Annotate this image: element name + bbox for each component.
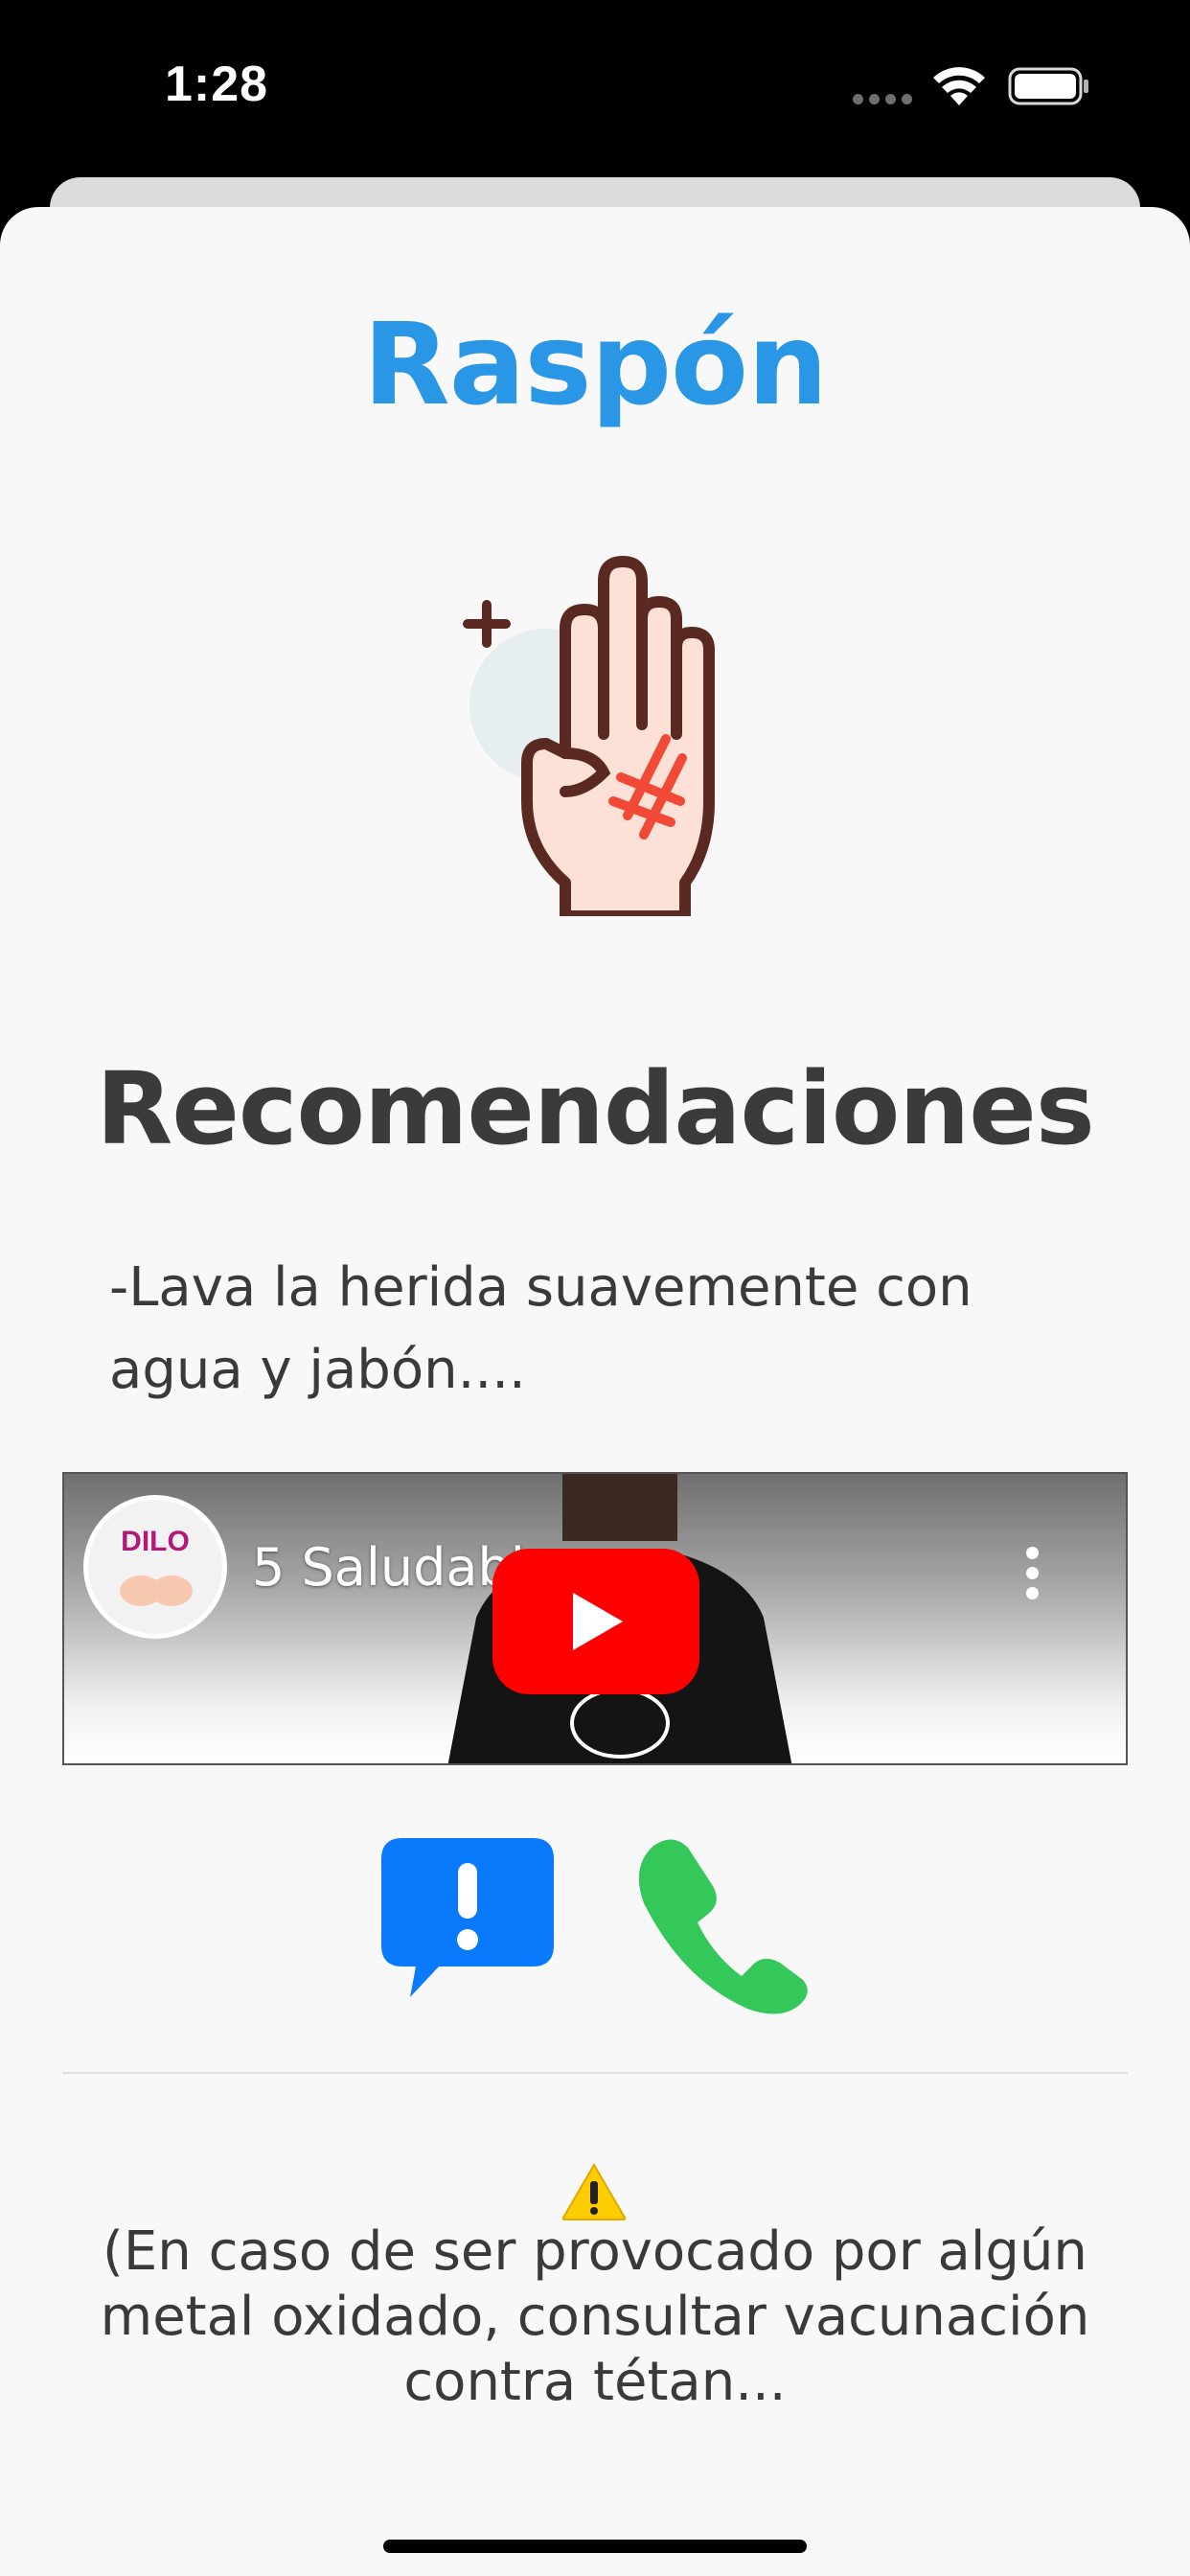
video-title: 5 Saludabl — [252, 1537, 525, 1598]
home-indicator[interactable] — [383, 2540, 807, 2553]
scraped-hand-icon — [463, 556, 715, 916]
cellular-signal-icon — [853, 94, 912, 105]
battery-icon — [1008, 67, 1088, 105]
modal-sheet: Raspón Recomendaciones -Lava la herida s… — [0, 207, 1190, 2576]
section-heading: Recomendaciones — [96, 1050, 1095, 1167]
video-player[interactable]: DILO 5 Saludabl — [62, 1472, 1128, 1765]
wifi-icon — [933, 67, 985, 105]
status-bar: 1:28 — [0, 0, 1190, 172]
phone-call-button[interactable] — [634, 1836, 809, 2014]
youtube-play-icon[interactable] — [492, 1549, 699, 1694]
page-title: Raspón — [362, 298, 828, 430]
channel-avatar[interactable]: DILO — [83, 1495, 227, 1639]
warning-icon — [561, 2163, 627, 2220]
report-alert-button[interactable] — [381, 1838, 554, 2007]
warning-text: (En caso de ser provocado por algún meta… — [100, 2220, 1090, 2413]
recommendation-text: -Lava la herida suavemente con agua y ja… — [109, 1256, 973, 1401]
svg-text:DILO: DILO — [121, 1526, 190, 1557]
divider — [62, 2072, 1128, 2074]
status-time: 1:28 — [165, 57, 269, 112]
more-options-icon[interactable] — [1022, 1547, 1041, 1600]
